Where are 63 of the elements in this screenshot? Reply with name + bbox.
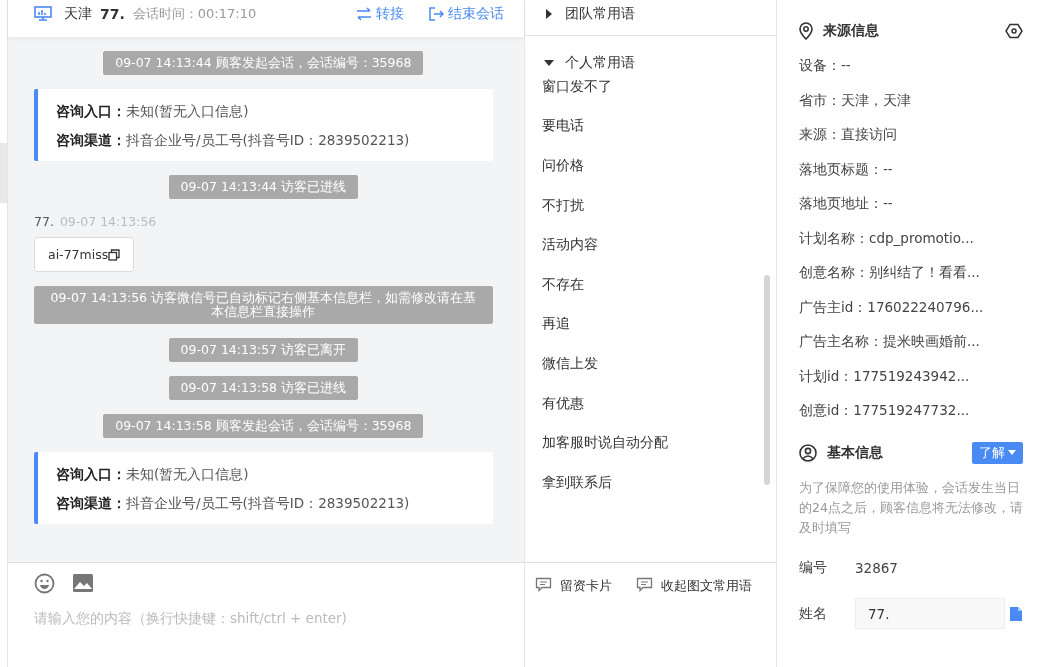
phrase-item[interactable]: 加客服时说自动分配 bbox=[524, 423, 776, 463]
source-info-row-text: 计划名称：cdp_promotio... bbox=[799, 228, 975, 248]
system-message: 09-07 14:13:44 访客已进线 bbox=[168, 175, 359, 199]
notice-text: 为了保障您的使用体验，会话发生当日的24点之后，顾客信息将无法修改，请及时填写 bbox=[799, 478, 1023, 537]
section-title: 来源信息 bbox=[823, 22, 879, 40]
settings-icon[interactable] bbox=[1005, 23, 1023, 39]
phrase-item[interactable]: 微信上发 bbox=[524, 344, 776, 384]
phrase-action-button[interactable]: 收起图文常用语 bbox=[636, 577, 752, 667]
source-info-row-text: 创意id：177519247732... bbox=[799, 401, 971, 420]
phrase-action-button[interactable]: 留资卡片 bbox=[535, 577, 612, 667]
source-info-row-text: 落地页地址：-- bbox=[799, 194, 894, 213]
source-info-row-text: 落地页标题：-- bbox=[799, 159, 894, 179]
phrase-item[interactable]: 活动内容 bbox=[524, 225, 776, 265]
source-info-row-text: 来源：直接访问 bbox=[799, 125, 898, 144]
system-message: 09-07 14:13:44 顾客发起会话，会话编号：35968 bbox=[103, 51, 424, 75]
swap-arrows-icon bbox=[355, 6, 372, 21]
phrase-item[interactable]: 有优惠 bbox=[524, 383, 776, 424]
user-icon bbox=[799, 443, 817, 462]
phrase-item[interactable]: 要电话 bbox=[524, 106, 776, 147]
system-message: 09-07 14:13:58 顾客发起会话，会话编号：35968 bbox=[103, 414, 424, 438]
phrase-item[interactable]: 问价格 bbox=[524, 146, 776, 186]
phrase-item[interactable]: 不打扰 bbox=[524, 185, 776, 226]
visitor-name: 77. bbox=[100, 5, 125, 22]
source-info-row-text: 设备：-- bbox=[799, 56, 852, 75]
session-duration: 会话时间：00:17:10 bbox=[132, 4, 257, 23]
system-message: 09-07 14:13:57 访客已离开 bbox=[168, 338, 359, 362]
info-line: 咨询入口：未知(暂无入口信息) bbox=[56, 465, 250, 484]
emoji-icon[interactable] bbox=[34, 573, 55, 594]
message-icon bbox=[636, 577, 653, 592]
phrase-group-header[interactable]: 团队常用语 bbox=[524, 0, 776, 28]
location-pin-icon bbox=[799, 22, 813, 40]
source-info-row-text: 省市：天津，天津 bbox=[799, 90, 912, 110]
copy-icon[interactable] bbox=[108, 248, 121, 261]
sender-name: 77. bbox=[34, 214, 54, 229]
exit-icon bbox=[427, 5, 444, 22]
message-bubble: ai-77miss bbox=[34, 237, 135, 272]
source-info-row-text: 计划id：177519243942... bbox=[799, 366, 971, 386]
phrase-item[interactable]: 拿到联系后 bbox=[524, 462, 776, 503]
image-icon[interactable] bbox=[72, 573, 94, 593]
info-line: 咨询入口：未知(暂无入口信息) bbox=[56, 102, 250, 121]
phrase-group-header[interactable]: 个人常用语 bbox=[524, 49, 776, 77]
caret-icon bbox=[1008, 450, 1016, 455]
message-time: 09-07 14:13:56 bbox=[59, 214, 157, 229]
field-label: 姓名 bbox=[799, 604, 828, 623]
scrollbar[interactable] bbox=[764, 275, 770, 485]
source-info-row-text: 广告主id：176022240796... bbox=[799, 297, 985, 317]
field-label: 编号 bbox=[799, 558, 828, 577]
section-title: 基本信息 bbox=[827, 443, 883, 462]
phrase-item[interactable]: 不存在 bbox=[524, 264, 776, 305]
phrase-item[interactable]: 再追 bbox=[524, 304, 776, 345]
end-session-button[interactable]: 结束会话 bbox=[427, 4, 504, 23]
message-icon bbox=[535, 577, 552, 592]
field-value: 32867 bbox=[855, 559, 898, 576]
system-message: 09-07 14:13:58 访客已进线 bbox=[168, 376, 359, 400]
info-line: 咨询渠道：抖音企业号/员工号(抖音号ID：2839502213) bbox=[56, 494, 411, 513]
name-field[interactable]: 77. bbox=[855, 598, 1005, 629]
monitor-icon bbox=[34, 5, 52, 22]
info-line: 咨询渠道：抖音企业号/员工号(抖音号ID：2839502213) bbox=[56, 131, 411, 150]
system-message: 09-07 14:13:56 访客微信号已自动标记右侧基本信息栏，如需修改请在基本信息栏直接操作 bbox=[34, 286, 493, 324]
source-info-row-text: 创意名称：别纠结了！看看... bbox=[799, 263, 981, 282]
source-info-row-text: 广告主名称：提米映画婚前... bbox=[799, 332, 981, 351]
transfer-button[interactable]: 转接 bbox=[355, 4, 404, 23]
city-label: 天津 bbox=[64, 4, 92, 23]
